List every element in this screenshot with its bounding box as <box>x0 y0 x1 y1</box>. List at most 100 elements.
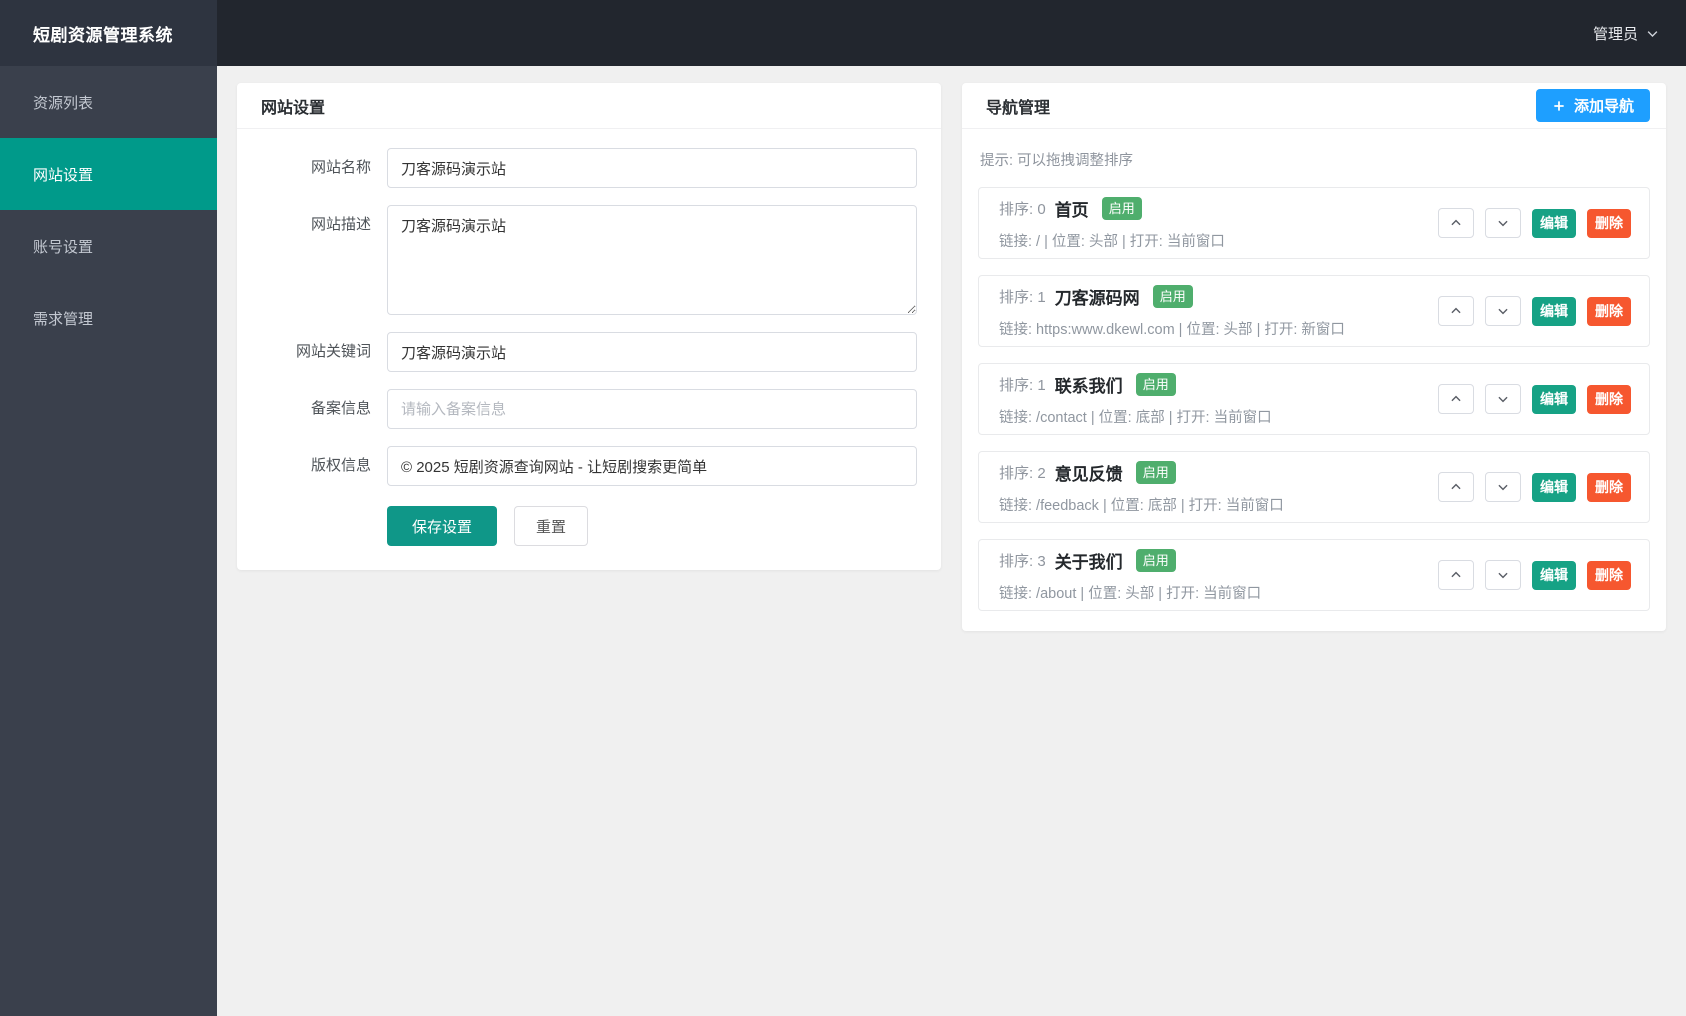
site-settings-card: 网站设置 网站名称 网站描述 刀客源码演示站 网站关键词 备案信息 <box>237 83 941 570</box>
delete-button[interactable]: 删除 <box>1587 472 1631 502</box>
nav-item-about: 排序: 3 关于我们 启用 链接: /about | 位置: 头部 | 打开: … <box>978 539 1650 611</box>
edit-button[interactable]: 编辑 <box>1532 208 1576 238</box>
topbar: 管理员 <box>217 0 1686 66</box>
edit-button[interactable]: 编辑 <box>1532 296 1576 326</box>
move-up-button[interactable] <box>1438 560 1474 590</box>
move-up-button[interactable] <box>1438 472 1474 502</box>
nav-manager-title: 导航管理 <box>986 99 1051 117</box>
nav-item-actions: 编辑 删除 <box>1438 296 1631 326</box>
site-settings-header: 网站设置 <box>237 83 941 129</box>
chevron-down-icon <box>1498 308 1508 315</box>
nav-item-meta: 链接: / | 位置: 头部 | 打开: 当前窗口 <box>999 233 1225 250</box>
move-up-button[interactable] <box>1438 296 1474 326</box>
nav-item-info: 排序: 1 联系我们 启用 链接: /contact | 位置: 底部 | 打开… <box>999 372 1272 427</box>
site-settings-form: 网站名称 网站描述 刀客源码演示站 网站关键词 备案信息 版权信息 <box>237 129 941 570</box>
sidebar-item-label: 网站设置 <box>33 166 94 184</box>
move-down-button[interactable] <box>1485 472 1521 502</box>
nav-item-name: 联系我们 <box>1054 376 1123 396</box>
nav-item-info: 排序: 0 首页 启用 链接: / | 位置: 头部 | 打开: 当前窗口 <box>999 196 1225 251</box>
move-down-button[interactable] <box>1485 384 1521 414</box>
add-nav-button[interactable]: 添加导航 <box>1535 89 1650 122</box>
chevron-up-icon <box>1451 219 1461 226</box>
nav-item-actions: 编辑 删除 <box>1438 472 1631 502</box>
site-keywords-input[interactable] <box>387 332 917 372</box>
nav-item-name: 首页 <box>1054 200 1089 220</box>
app-title: 短剧资源管理系统 <box>0 0 217 66</box>
sidebar-item-label: 资源列表 <box>33 94 94 112</box>
nav-item-info: 排序: 2 意见反馈 启用 链接: /feedback | 位置: 底部 | 打… <box>999 460 1284 515</box>
status-badge: 启用 <box>1135 372 1176 396</box>
form-actions: 保存设置 重置 <box>387 503 917 546</box>
form-row: 版权信息 <box>261 446 917 486</box>
form-row: 网站关键词 <box>261 332 917 372</box>
edit-button[interactable]: 编辑 <box>1532 384 1576 414</box>
nav-item-name: 意见反馈 <box>1054 464 1123 484</box>
plus-icon <box>1554 100 1564 111</box>
site-description-textarea[interactable]: 刀客源码演示站 <box>387 205 917 315</box>
sidebar-item-account-settings[interactable]: 账号设置 <box>0 210 217 282</box>
chevron-down-icon <box>1498 572 1508 579</box>
nav-item-dkewl: 排序: 1 刀客源码网 启用 链接: https:www.dkewl.com |… <box>978 275 1650 347</box>
nav-item-sort: 排序: 1 <box>999 288 1046 306</box>
status-badge: 启用 <box>1101 196 1142 220</box>
move-up-button[interactable] <box>1438 384 1474 414</box>
nav-manager-header: 导航管理 添加导航 <box>962 83 1666 129</box>
chevron-down-icon <box>1498 396 1508 403</box>
nav-item-sort: 排序: 1 <box>999 376 1046 394</box>
reset-button[interactable]: 重置 <box>514 506 589 546</box>
form-row: 网站名称 <box>261 148 917 188</box>
form-row: 备案信息 <box>261 389 917 429</box>
nav-item-meta: 链接: /feedback | 位置: 底部 | 打开: 当前窗口 <box>999 497 1284 514</box>
nav-item-sort: 排序: 0 <box>999 200 1046 218</box>
site-description-label: 网站描述 <box>310 216 371 233</box>
app-header: 短剧资源管理系统 管理员 <box>0 0 1686 66</box>
nav-manager-card: 导航管理 添加导航 提示: 可以拖拽调整排序 排序: 0 首页 启用 链接: /… <box>962 83 1666 631</box>
delete-button[interactable]: 删除 <box>1587 296 1631 326</box>
chevron-up-icon <box>1451 307 1461 314</box>
edit-button[interactable]: 编辑 <box>1532 560 1576 590</box>
move-up-button[interactable] <box>1438 208 1474 238</box>
chevron-down-icon <box>1647 30 1658 37</box>
nav-item-actions: 编辑 删除 <box>1438 208 1631 238</box>
move-down-button[interactable] <box>1485 560 1521 590</box>
nav-item-name: 关于我们 <box>1054 552 1123 572</box>
move-down-button[interactable] <box>1485 208 1521 238</box>
sidebar-item-site-settings[interactable]: 网站设置 <box>0 138 217 210</box>
nav-item-feedback: 排序: 2 意见反馈 启用 链接: /feedback | 位置: 底部 | 打… <box>978 451 1650 523</box>
delete-button[interactable]: 删除 <box>1587 560 1631 590</box>
site-name-label: 网站名称 <box>310 159 371 176</box>
delete-button[interactable]: 删除 <box>1587 384 1631 414</box>
chevron-down-icon <box>1498 220 1508 227</box>
nav-item-info: 排序: 3 关于我们 启用 链接: /about | 位置: 头部 | 打开: … <box>999 548 1261 603</box>
nav-item-sort: 排序: 2 <box>999 464 1046 482</box>
nav-item-name: 刀客源码网 <box>1054 288 1140 308</box>
nav-item-contact: 排序: 1 联系我们 启用 链接: /contact | 位置: 底部 | 打开… <box>978 363 1650 435</box>
edit-button[interactable]: 编辑 <box>1532 472 1576 502</box>
nav-item-actions: 编辑 删除 <box>1438 560 1631 590</box>
sidebar-item-label: 需求管理 <box>33 310 94 328</box>
layout: 资源列表 网站设置 账号设置 需求管理 网站设置 网站名称 网站描述 刀客源码演… <box>0 66 1686 1016</box>
chevron-down-icon <box>1498 484 1508 491</box>
delete-button[interactable]: 删除 <box>1587 208 1631 238</box>
chevron-up-icon <box>1451 395 1461 402</box>
site-keywords-label: 网站关键词 <box>295 343 371 360</box>
icp-info-label: 备案信息 <box>310 400 371 417</box>
sidebar-item-demand-management[interactable]: 需求管理 <box>0 282 217 354</box>
nav-manager-body: 提示: 可以拖拽调整排序 排序: 0 首页 启用 链接: / | 位置: 头部 … <box>962 129 1666 631</box>
drag-hint: 提示: 可以拖拽调整排序 <box>980 153 1134 169</box>
copyright-label: 版权信息 <box>310 457 371 474</box>
status-badge: 启用 <box>1135 548 1176 572</box>
nav-item-home: 排序: 0 首页 启用 链接: / | 位置: 头部 | 打开: 当前窗口 编辑… <box>978 187 1650 259</box>
site-settings-title: 网站设置 <box>261 99 326 117</box>
copyright-input[interactable] <box>387 446 917 486</box>
nav-item-info: 排序: 1 刀客源码网 启用 链接: https:www.dkewl.com |… <box>999 284 1345 339</box>
status-badge: 启用 <box>1152 284 1193 308</box>
status-badge: 启用 <box>1135 460 1176 484</box>
icp-info-input[interactable] <box>387 389 917 429</box>
move-down-button[interactable] <box>1485 296 1521 326</box>
user-menu[interactable]: 管理员 <box>1593 23 1660 44</box>
site-name-input[interactable] <box>387 148 917 188</box>
save-settings-button[interactable]: 保存设置 <box>387 506 498 546</box>
main-content: 网站设置 网站名称 网站描述 刀客源码演示站 网站关键词 备案信息 <box>217 66 1686 1016</box>
sidebar-item-resource-list[interactable]: 资源列表 <box>0 66 217 138</box>
